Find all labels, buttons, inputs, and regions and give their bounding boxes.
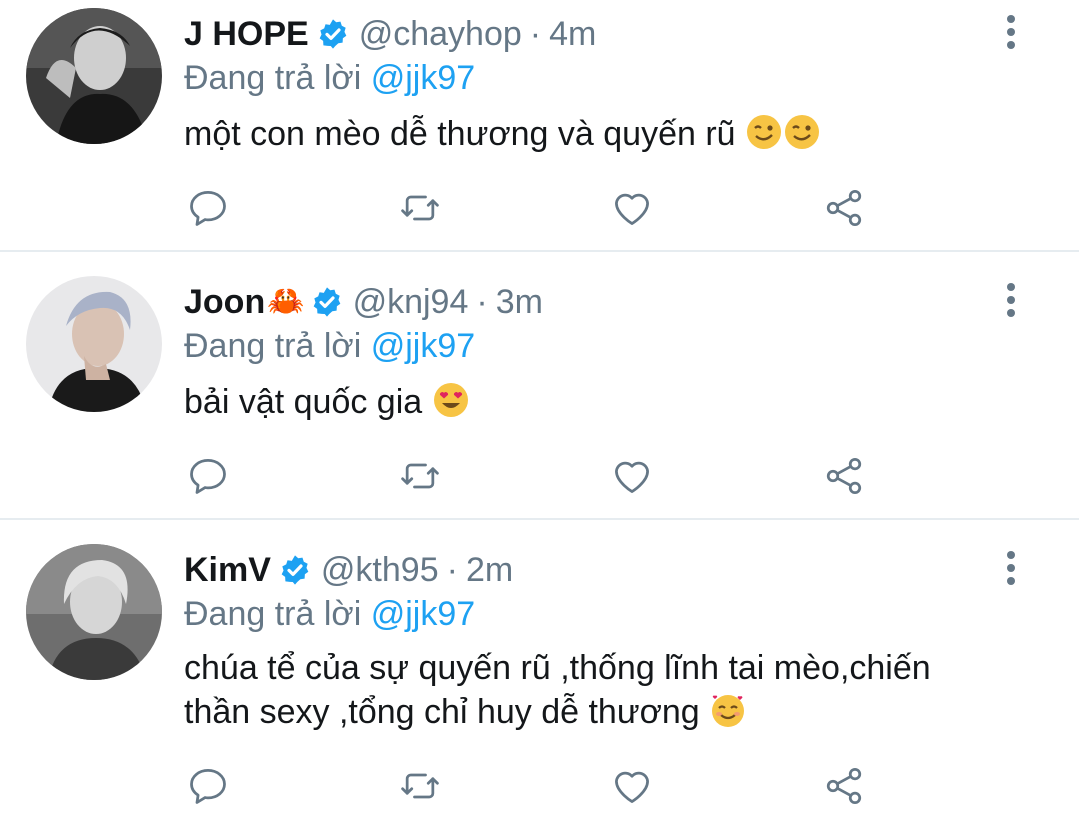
retweet-icon[interactable] <box>398 454 442 498</box>
retweet-icon[interactable] <box>398 186 442 230</box>
more-options-icon[interactable] <box>1005 14 1017 55</box>
tweet-text: một con mèo dễ thương và quyến rũ <box>184 112 1044 162</box>
user-handle[interactable]: @chayhop <box>359 14 522 54</box>
reply-prefix: Đang trả lời <box>184 327 362 365</box>
display-name[interactable]: Joon <box>184 282 265 322</box>
separator-dot: · <box>446 551 458 589</box>
avatar[interactable] <box>26 276 162 412</box>
reply-context: Đang trả lời @jjk97 <box>184 326 475 366</box>
reply-prefix: Đang trả lời <box>184 59 362 97</box>
timestamp[interactable]: 2m <box>466 550 513 590</box>
share-icon[interactable] <box>822 764 866 808</box>
tweet[interactable]: KimV @kth95 · 2m Đang trả lời @jjk97 chú… <box>0 520 1079 823</box>
timestamp[interactable]: 4m <box>549 14 596 54</box>
tweet-header: Joon 🦀 @knj94 · 3m <box>184 282 543 322</box>
tweet-text-line: chúa tể của sự quyến rũ ,thống lĩnh tai … <box>184 649 931 687</box>
tweet-text: bải vật quốc gia <box>184 380 1044 430</box>
like-icon[interactable] <box>610 454 654 498</box>
reply-icon[interactable] <box>186 764 230 808</box>
more-options-icon[interactable] <box>1005 282 1017 323</box>
reply-icon[interactable] <box>186 454 230 498</box>
reply-icon[interactable] <box>186 186 230 230</box>
tweet-text-line: thần sexy ,tổng chỉ huy dễ thương <box>184 693 700 731</box>
share-icon[interactable] <box>822 186 866 230</box>
tweet-text-line: bải vật quốc gia <box>184 383 423 421</box>
timestamp[interactable]: 3m <box>496 282 543 322</box>
retweet-icon[interactable] <box>398 764 442 808</box>
avatar[interactable] <box>26 544 162 680</box>
share-icon[interactable] <box>822 454 866 498</box>
reply-context: Đang trả lời @jjk97 <box>184 594 475 634</box>
name-suffix: 🦀 <box>267 285 305 318</box>
tweet-text: chúa tể của sự quyến rũ ,thống lĩnh tai … <box>184 646 1044 740</box>
avatar[interactable] <box>26 8 162 144</box>
smiling-face-with-hearts-emoji-icon <box>709 691 747 740</box>
tweet-header: J HOPE @chayhop · 4m <box>184 14 596 54</box>
tweet[interactable]: Joon 🦀 @knj94 · 3m Đang trả lời @jjk97 b… <box>0 252 1079 520</box>
reply-mention-link[interactable]: @jjk97 <box>371 595 475 633</box>
reply-mention-link[interactable]: @jjk97 <box>371 327 475 365</box>
reply-mention-link[interactable]: @jjk97 <box>371 59 475 97</box>
tweet-text-line-wrap: thần sexy ,tổng chỉ huy dễ thương <box>184 690 1044 740</box>
reply-context: Đang trả lời @jjk97 <box>184 58 475 98</box>
winking-face-emoji-icon <box>745 113 783 162</box>
like-icon[interactable] <box>610 764 654 808</box>
reply-prefix: Đang trả lời <box>184 595 362 633</box>
tweet[interactable]: J HOPE @chayhop · 4m Đang trả lời @jjk97… <box>0 0 1079 252</box>
verified-badge-icon <box>311 286 343 318</box>
more-options-icon[interactable] <box>1005 550 1017 591</box>
user-handle[interactable]: @knj94 <box>353 282 469 322</box>
tweet-text-line: một con mèo dễ thương và quyến rũ <box>184 115 736 153</box>
verified-badge-icon <box>317 18 349 50</box>
like-icon[interactable] <box>610 186 654 230</box>
heart-eyes-face-emoji-icon <box>432 381 470 430</box>
verified-badge-icon <box>279 554 311 586</box>
separator-dot: · <box>529 15 542 53</box>
separator-dot: · <box>476 283 488 321</box>
display-name[interactable]: KimV <box>184 550 271 590</box>
display-name[interactable]: J HOPE <box>184 14 309 54</box>
winking-face-emoji-icon <box>783 113 821 162</box>
user-handle[interactable]: @kth95 <box>321 550 439 590</box>
tweet-header: KimV @kth95 · 2m <box>184 550 513 590</box>
